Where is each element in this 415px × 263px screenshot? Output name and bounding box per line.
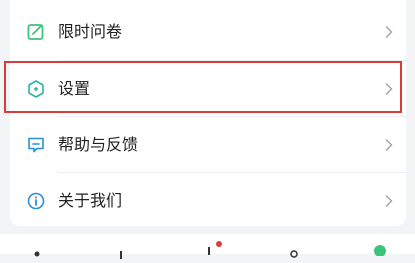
chat-feedback-icon xyxy=(26,135,46,155)
chevron-right-icon xyxy=(382,138,396,152)
menu-item-survey[interactable]: 限时问卷 xyxy=(10,4,406,60)
menu-item-label: 帮助与反馈 xyxy=(58,135,139,154)
info-circle-icon xyxy=(26,191,46,211)
menu-item-help-feedback[interactable]: 帮助与反馈 xyxy=(10,117,406,173)
message-tab-icon[interactable] xyxy=(205,240,225,259)
edit-square-icon xyxy=(26,22,46,42)
hexagon-settings-icon xyxy=(26,79,46,99)
settings-menu-card: 限时问卷 设置 帮助与反馈 关于我们 xyxy=(10,0,406,226)
menu-item-label: 关于我们 xyxy=(58,191,123,210)
chevron-right-icon xyxy=(382,25,396,39)
chevron-right-icon xyxy=(382,194,396,208)
me-tab-icon[interactable] xyxy=(372,241,388,260)
menu-item-label: 设置 xyxy=(58,79,91,98)
chevron-right-icon xyxy=(382,82,396,96)
menu-item-label: 限时问卷 xyxy=(58,22,123,41)
menu-item-about-us[interactable]: 关于我们 xyxy=(10,173,406,229)
menu-item-settings[interactable]: 设置 xyxy=(10,61,406,117)
bottom-tab-bar xyxy=(0,234,415,259)
